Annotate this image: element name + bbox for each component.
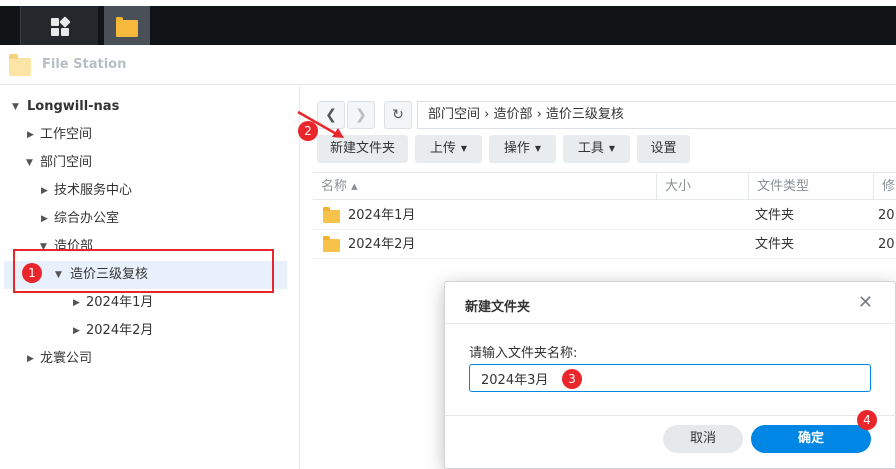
upload-label: 上传	[429, 141, 456, 156]
tree-item-office[interactable]: ▶ 综合办公室	[0, 205, 300, 233]
tree-root-label: Longwill-nas	[27, 99, 120, 114]
tree-item-feb[interactable]: ▶ 2024年2月	[0, 317, 300, 345]
annotation-badge-2: 2	[298, 121, 318, 141]
action-button[interactable]: 操作 ▼	[489, 135, 556, 163]
cancel-button[interactable]: 取消	[663, 425, 743, 453]
ok-button[interactable]: 确定	[751, 425, 871, 453]
column-type[interactable]: 文件类型	[748, 173, 873, 200]
caret-right-icon[interactable]: ▶	[27, 345, 34, 373]
refresh-icon: ↻	[392, 107, 404, 123]
file-station-icon	[9, 54, 31, 76]
caret-down-icon[interactable]: ▼	[12, 93, 19, 121]
taskbar	[0, 0, 896, 45]
folder-name-label: 请输入文件夹名称:	[469, 346, 578, 361]
row-type: 文件夹	[755, 208, 795, 223]
tree-item-label: 工作空间	[40, 127, 93, 142]
chevron-right-icon: ❯	[355, 107, 367, 123]
folder-icon	[323, 236, 340, 252]
new-folder-dialog: 新建文件夹 ✕ 请输入文件夹名称: 取消 确定	[444, 281, 896, 469]
caret-right-icon[interactable]: ▶	[41, 177, 48, 205]
window-title: File Station	[42, 57, 127, 72]
file-station-taskbar-button[interactable]	[104, 6, 150, 45]
tools-button[interactable]: 工具 ▼	[563, 135, 630, 163]
folder-icon	[116, 17, 138, 37]
tree-item-label: 部门空间	[40, 155, 93, 170]
tools-label: 工具	[577, 141, 604, 156]
folder-icon	[323, 207, 340, 223]
caret-right-icon[interactable]: ▶	[73, 289, 80, 317]
folder-name-input[interactable]	[469, 364, 871, 392]
settings-button[interactable]: 设置	[637, 135, 690, 163]
table-row[interactable]: 2024年1月 文件夹 20	[313, 201, 896, 230]
row-name: 2024年2月	[348, 237, 416, 252]
main-menu-button[interactable]	[20, 6, 98, 45]
annotation-badge-1: 1	[22, 263, 42, 283]
tree-item-jan[interactable]: ▶ 2024年1月	[0, 289, 300, 317]
tree-item-longhuan[interactable]: ▶ 龙寰公司	[0, 345, 300, 373]
caret-right-icon[interactable]: ▶	[41, 205, 48, 233]
close-icon[interactable]: ✕	[858, 292, 873, 313]
caret-right-icon[interactable]: ▶	[73, 317, 80, 345]
dialog-footer-divider	[445, 415, 896, 416]
tree-item-label: 2024年1月	[86, 295, 154, 310]
tree-root[interactable]: ▼ Longwill-nas	[0, 93, 300, 121]
tree-item-label: 技术服务中心	[54, 183, 133, 198]
tree-item-label: 2024年2月	[86, 323, 154, 338]
highlight-box	[13, 249, 274, 293]
caret-down-icon: ▼	[608, 144, 616, 153]
breadcrumb[interactable]: 部门空间 › 造价部 › 造价三级复核	[417, 101, 896, 129]
caret-down-icon: ▼	[460, 144, 468, 153]
caret-right-icon[interactable]: ▶	[27, 121, 34, 149]
tree-item-department-space[interactable]: ▼ 部门空间	[0, 149, 300, 177]
tree-item-label: 龙寰公司	[40, 351, 93, 366]
tree-item-label: 综合办公室	[54, 211, 120, 226]
file-list-header: 名称 ▴ 大小 文件类型 修	[313, 172, 896, 200]
tree-item-workspace[interactable]: ▶ 工作空间	[0, 121, 300, 149]
window-titlebar: File Station	[0, 45, 896, 85]
annotation-badge-4: 4	[857, 410, 877, 430]
table-row[interactable]: 2024年2月 文件夹 20	[313, 230, 896, 259]
upload-button[interactable]: 上传 ▼	[415, 135, 482, 163]
row-modified: 20	[878, 208, 895, 223]
grid-icon	[51, 16, 71, 36]
tree-item-tech-service[interactable]: ▶ 技术服务中心	[0, 177, 300, 205]
row-name: 2024年1月	[348, 208, 416, 223]
forward-button[interactable]: ❯	[347, 101, 375, 129]
row-modified: 20	[878, 237, 895, 252]
refresh-button[interactable]: ↻	[384, 101, 412, 129]
dialog-divider	[445, 323, 896, 324]
action-label: 操作	[503, 141, 530, 156]
annotation-badge-3: 3	[562, 369, 582, 389]
column-modified[interactable]: 修	[873, 173, 896, 200]
dialog-title: 新建文件夹	[465, 300, 531, 315]
caret-down-icon[interactable]: ▼	[26, 149, 33, 177]
column-name[interactable]: 名称 ▴	[313, 173, 656, 200]
column-size[interactable]: 大小	[656, 173, 748, 200]
caret-down-icon: ▼	[534, 144, 542, 153]
row-type: 文件夹	[755, 237, 795, 252]
